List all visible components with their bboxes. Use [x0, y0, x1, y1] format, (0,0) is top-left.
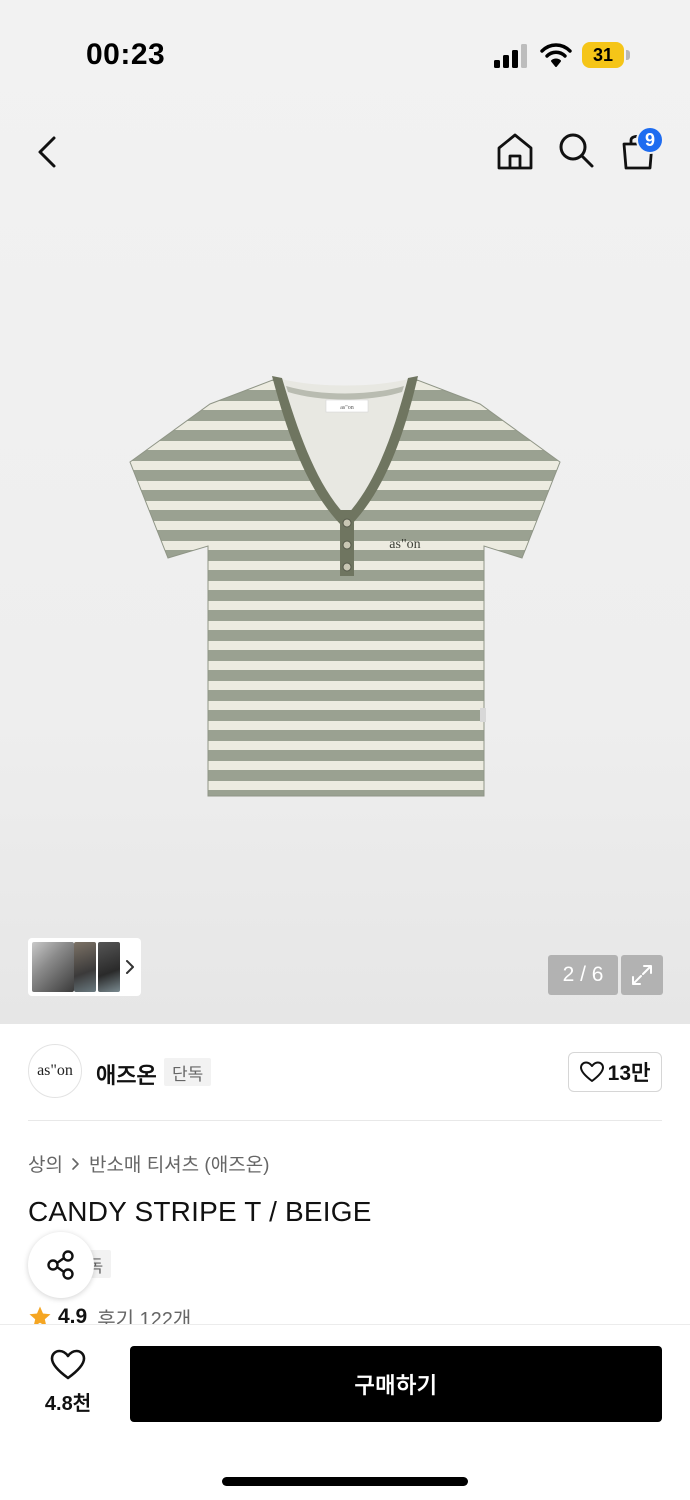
brand-name[interactable]: 애즈온 [96, 1058, 157, 1090]
breadcrumb-item[interactable]: 반소매 티셔츠 (애즈온) [89, 1150, 270, 1177]
battery-indicator: 31 [582, 42, 630, 68]
share-button[interactable] [28, 1232, 94, 1298]
exclusive-tag: 단독 [164, 1058, 212, 1086]
model-thumbnail [32, 942, 74, 992]
divider [28, 1120, 662, 1121]
shirt-label-text: as"on [340, 405, 353, 411]
brand-logo[interactable]: as"on [28, 1044, 82, 1098]
breadcrumb: 상의 반소매 티셔츠 (애즈온) [28, 1150, 270, 1177]
product-title: CANDY STRIPE T / BEIGE [28, 1196, 372, 1227]
home-indicator [222, 1477, 468, 1486]
shirt-logo-text: as"on [389, 537, 420, 552]
status-bar: 00:23 31 [0, 0, 690, 100]
breadcrumb-item[interactable]: 상의 [28, 1150, 63, 1177]
image-pager: 2 / 6 [548, 955, 618, 995]
brand-like-button[interactable]: 13만 [568, 1052, 662, 1092]
brand-like-count: 13만 [607, 1062, 651, 1085]
wishlist-button[interactable]: 4.8천 [30, 1349, 106, 1419]
app-header [0, 100, 690, 210]
back-icon[interactable] [30, 132, 66, 172]
expand-icon [632, 965, 652, 985]
expand-image-button[interactable] [621, 955, 663, 995]
chevron-right-icon [126, 960, 134, 974]
product-detail-page: as"on as"on 2 / 6 00:23 31 9 as"on 애즈온 단… [0, 0, 690, 1500]
home-icon[interactable] [494, 130, 536, 172]
cart-count-badge: 9 [636, 126, 664, 154]
status-time: 00:23 [86, 38, 166, 71]
chevron-right-icon [72, 1157, 79, 1170]
model-thumbnail [98, 942, 120, 992]
wishlist-count: 4.8천 [44, 1393, 92, 1415]
battery-level: 31 [582, 42, 624, 68]
product-image: as"on as"on [129, 376, 561, 797]
wifi-icon [540, 43, 572, 67]
model-thumbnail [74, 942, 96, 992]
signal-icon [494, 44, 527, 68]
buy-button[interactable]: 구매하기 [130, 1346, 662, 1422]
brand-row: as"on 애즈온 단독 13만 [0, 1024, 690, 1120]
bottom-action-bar: 4.8천 구매하기 [0, 1324, 690, 1500]
search-icon[interactable] [556, 130, 596, 170]
model-thumbnail-strip[interactable] [28, 938, 141, 996]
share-icon [47, 1250, 74, 1280]
heart-icon [50, 1349, 86, 1380]
battery-nub [626, 50, 630, 60]
heart-icon [579, 1061, 604, 1082]
